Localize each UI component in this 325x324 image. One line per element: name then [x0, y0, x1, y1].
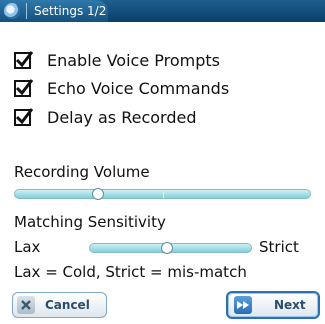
option-label: Delay as Recorded — [47, 107, 197, 127]
title-bar: Settings 1/2 — [0, 0, 325, 22]
option-echo-voice-commands[interactable]: Echo Voice Commands — [14, 76, 229, 100]
recording-volume-label: Recording Volume — [14, 163, 150, 181]
title-separator — [26, 3, 27, 19]
option-delay-as-recorded[interactable]: Delay as Recorded — [14, 105, 196, 129]
recording-volume-knob[interactable] — [92, 188, 104, 200]
option-label: Echo Voice Commands — [47, 78, 230, 98]
matching-sensitivity-label: Matching Sensitivity — [14, 213, 166, 231]
checkbox-checked-icon[interactable] — [14, 107, 34, 126]
option-label: Enable Voice Prompts — [47, 50, 220, 70]
cancel-button[interactable]: Cancel — [12, 292, 107, 318]
close-icon — [17, 296, 35, 314]
title-tab: Settings 1/2 — [0, 0, 108, 22]
checkbox-checked-icon[interactable] — [14, 78, 34, 97]
checkbox-checked-icon[interactable] — [14, 50, 34, 69]
fast-forward-icon — [234, 296, 252, 314]
recording-volume-slider[interactable] — [14, 188, 311, 200]
app-globe-icon[interactable] — [4, 3, 20, 19]
option-enable-voice-prompts[interactable]: Enable Voice Prompts — [14, 48, 220, 72]
sensitivity-max-label: Strict — [259, 238, 299, 256]
slider-center-tick — [163, 192, 164, 198]
sensitivity-note: Lax = Cold, Strict = mis-match — [14, 263, 247, 281]
cancel-label: Cancel — [45, 298, 90, 312]
next-button[interactable]: Next — [226, 291, 320, 319]
next-label: Next — [274, 298, 306, 312]
matching-sensitivity-knob[interactable] — [161, 242, 173, 254]
sensitivity-min-label: Lax — [14, 238, 41, 256]
matching-sensitivity-slider[interactable] — [89, 242, 252, 254]
page-title: Settings 1/2 — [34, 4, 107, 18]
